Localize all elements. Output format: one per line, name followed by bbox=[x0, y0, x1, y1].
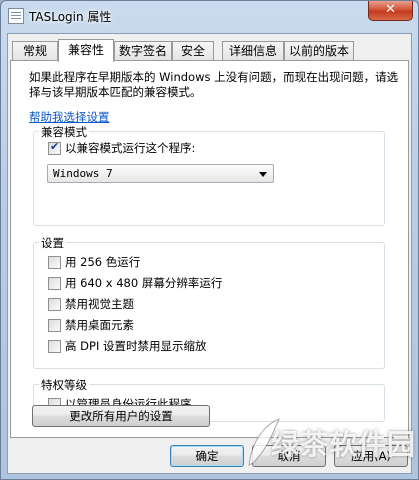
setting-256-colors[interactable]: 用 256 色运行 bbox=[48, 254, 140, 270]
change-all-users-button[interactable]: 更改所有用户的设置 bbox=[32, 405, 210, 427]
tab-details[interactable]: 详细信息 bbox=[222, 41, 284, 61]
tab-general[interactable]: 常规 bbox=[12, 41, 58, 61]
ok-button[interactable]: 确定 bbox=[170, 445, 244, 467]
compat-mode-checkbox[interactable]: 以兼容模式运行这个程序: bbox=[48, 140, 195, 156]
close-button[interactable]: ✕ bbox=[368, 1, 413, 21]
document-icon bbox=[8, 8, 24, 24]
compat-mode-checkbox-label: 以兼容模式运行这个程序: bbox=[65, 141, 196, 155]
tab-compatibility[interactable]: 兼容性 bbox=[58, 39, 114, 62]
apply-button[interactable]: 应用(A) bbox=[334, 445, 408, 467]
compatibility-panel: 如果此程序在早期版本的 Windows 上没有问题，而现在出现问题，请选择与该早… bbox=[10, 60, 409, 438]
help-choose-settings-link[interactable]: 帮助我选择设置 bbox=[29, 109, 110, 125]
settings-label: 设置 bbox=[39, 235, 66, 251]
tab-security[interactable]: 安全 bbox=[172, 41, 214, 61]
setting-disable-dpi-scaling[interactable]: 高 DPI 设置时禁用显示缩放 bbox=[48, 338, 207, 354]
compat-os-select[interactable]: Windows 7 bbox=[47, 164, 274, 183]
setting-disable-visual-themes-label: 禁用视觉主题 bbox=[65, 297, 134, 311]
setting-disable-dpi-scaling-label: 高 DPI 设置时禁用显示缩放 bbox=[65, 339, 207, 353]
checkbox-icon[interactable] bbox=[48, 318, 61, 332]
checkbox-checked-icon[interactable] bbox=[48, 140, 61, 155]
setting-256-colors-label: 用 256 色运行 bbox=[65, 255, 141, 269]
setting-disable-desktop-composition-label: 禁用桌面元素 bbox=[65, 318, 134, 332]
properties-window: TASLogin 属性 ✕ 常规 兼容性 数字签名 安全 详细信息 以前的版本 … bbox=[0, 0, 419, 480]
checkbox-icon[interactable] bbox=[48, 297, 61, 311]
setting-disable-visual-themes[interactable]: 禁用视觉主题 bbox=[48, 296, 134, 312]
checkbox-icon[interactable] bbox=[48, 339, 61, 353]
privilege-label: 特权等级 bbox=[39, 377, 89, 393]
compat-mode-label: 兼容模式 bbox=[39, 124, 89, 140]
setting-640x480[interactable]: 用 640 x 480 屏幕分辨率运行 bbox=[48, 275, 222, 291]
checkbox-icon[interactable] bbox=[48, 276, 61, 290]
window-title: TASLogin 属性 bbox=[29, 10, 112, 24]
checkbox-icon[interactable] bbox=[48, 255, 61, 269]
cancel-button[interactable]: 取消 bbox=[252, 445, 326, 467]
title-bar[interactable]: TASLogin 属性 ✕ bbox=[1, 1, 418, 33]
settings-group: 设置 用 256 色运行 用 640 x 480 屏幕分辨率运行 禁用视觉主题 … bbox=[33, 235, 385, 369]
compat-mode-group: 兼容模式 以兼容模式运行这个程序: Windows 7 bbox=[33, 124, 385, 226]
setting-disable-desktop-composition[interactable]: 禁用桌面元素 bbox=[48, 317, 134, 333]
setting-640x480-label: 用 640 x 480 屏幕分辨率运行 bbox=[65, 276, 223, 290]
tab-digital-signatures[interactable]: 数字签名 bbox=[114, 41, 172, 61]
intro-text: 如果此程序在早期版本的 Windows 上没有问题，而现在出现问题，请选择与该早… bbox=[29, 70, 399, 99]
compat-os-value: Windows 7 bbox=[53, 167, 113, 180]
dialog-client-area: 常规 兼容性 数字签名 安全 详细信息 以前的版本 如果此程序在早期版本的 Wi… bbox=[7, 33, 412, 474]
tab-previous-versions[interactable]: 以前的版本 bbox=[284, 41, 354, 61]
chevron-down-icon bbox=[259, 172, 267, 177]
